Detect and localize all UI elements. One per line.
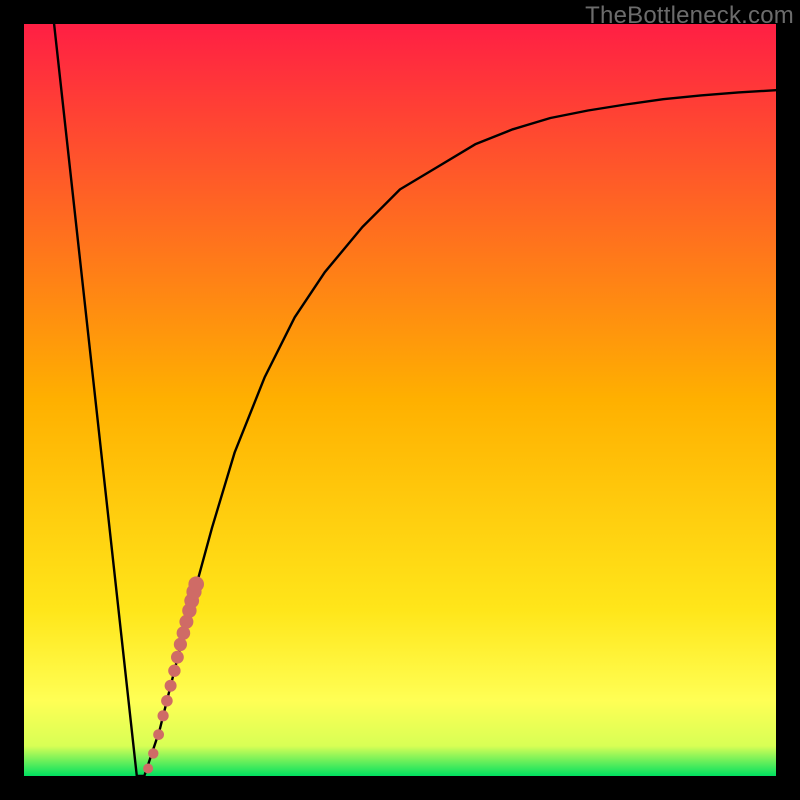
marker-dot [153,729,164,740]
chart-frame [24,24,776,776]
marker-dot [158,710,169,721]
marker-dot [188,576,204,592]
marker-dot [168,665,180,677]
marker-dot [165,680,177,692]
marker-dot [143,764,153,774]
marker-dot [171,651,184,664]
gradient-background [24,24,776,776]
watermark-text: TheBottleneck.com [585,2,794,30]
marker-dot [148,748,158,758]
marker-dot [174,638,187,651]
marker-dot [161,695,173,707]
bottleneck-plot [24,24,776,776]
